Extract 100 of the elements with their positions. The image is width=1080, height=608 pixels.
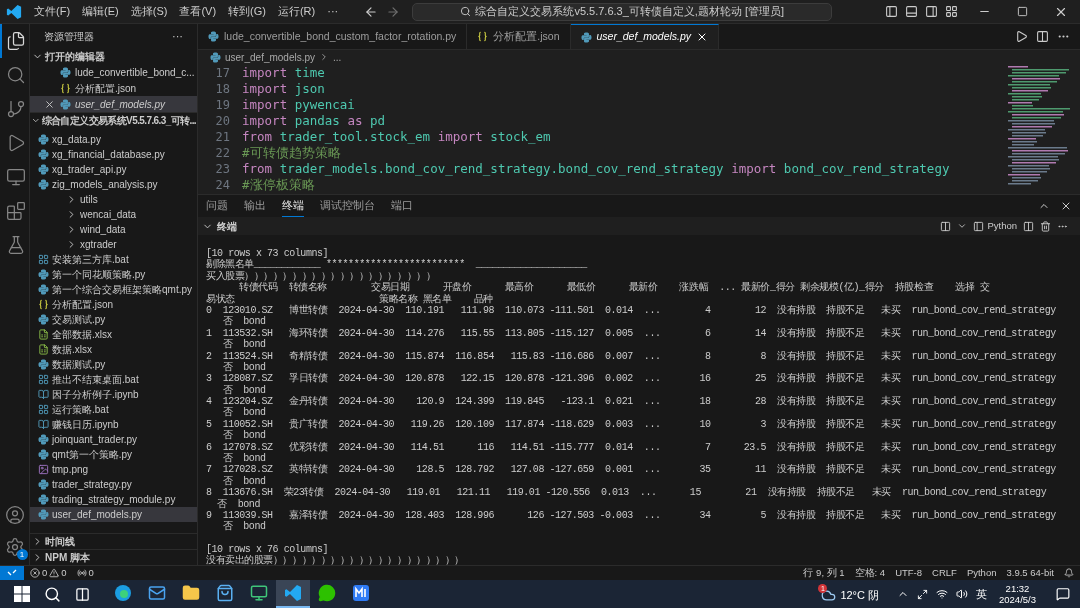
menu-item[interactable]: 选择(S): [124, 0, 174, 23]
file-item[interactable]: 第一个同花顺策略.py: [30, 267, 197, 282]
open-editor-item[interactable]: lude_convertible_bond_c...: [30, 64, 197, 80]
start-icon[interactable]: [14, 586, 30, 602]
maximize-icon[interactable]: [1017, 6, 1028, 17]
panel-tab[interactable]: 问题: [206, 195, 228, 217]
editor-tab[interactable]: user_def_models.py: [570, 24, 720, 49]
file-name: 数据测试.py: [52, 358, 106, 372]
status-item[interactable]: CRLF: [932, 565, 957, 581]
terminal-line: 否 bond: [221, 453, 266, 465]
menu-item[interactable]: 文件(F): [28, 0, 77, 23]
search-icon[interactable]: [44, 585, 61, 603]
open-editor-item[interactable]: user_def_models.py: [30, 96, 197, 112]
status-item[interactable]: 行 9, 列 1: [803, 565, 845, 581]
panel-tab[interactable]: 输出: [244, 195, 266, 217]
file-item[interactable]: 运行策略.bat: [30, 402, 197, 417]
file-item[interactable]: 安装第三方库.bat: [30, 252, 197, 267]
layout-icon[interactable]: [945, 5, 958, 18]
status-item[interactable]: Python: [966, 565, 997, 581]
task-view-icon[interactable]: [75, 586, 90, 602]
file-item[interactable]: joinquant_trader.py: [30, 432, 197, 447]
more-actions[interactable]: ···: [172, 27, 183, 45]
status-item[interactable]: 3.9.5 64-bit: [1006, 565, 1054, 581]
chevron-down-icon[interactable]: [957, 221, 968, 231]
input-method[interactable]: 英: [976, 585, 987, 603]
file-item[interactable]: 因子分析例子.ipynb: [30, 387, 197, 402]
bell-icon[interactable]: [1064, 568, 1074, 578]
file-item[interactable]: 交易测试.py: [30, 312, 197, 327]
back-icon[interactable]: [364, 4, 379, 19]
braces-icon: [60, 82, 71, 94]
command-center[interactable]: 综合自定义交易系统v5.5.7.6.3_可转债自定义,题材轮动 [管理员]: [412, 2, 833, 21]
secondary-sidebar-icon[interactable]: [925, 5, 938, 18]
split-editor-icon[interactable]: [1036, 30, 1049, 43]
file-item[interactable]: xg_trader_api.py: [30, 162, 197, 177]
section-header[interactable]: 打开的编辑器: [30, 48, 197, 64]
file-item[interactable]: utils: [30, 192, 197, 207]
file-item[interactable]: trader_strategy.py: [30, 477, 197, 492]
run-icon[interactable]: [1015, 30, 1028, 43]
line-number: 24: [214, 177, 231, 194]
notebook-icon: [38, 389, 49, 400]
terminal-selector[interactable]: Python: [973, 218, 1017, 234]
account-icon[interactable]: [4, 505, 25, 525]
file-item[interactable]: qmt第一个策略.py: [30, 447, 197, 462]
breadcrumb-item[interactable]: ...: [333, 49, 342, 65]
clock[interactable]: 21:32 2024/5/3: [999, 583, 1036, 605]
close-icon[interactable]: [1060, 200, 1072, 212]
file-name: user_def_models.py: [52, 508, 143, 522]
file-item[interactable]: 数据测试.py: [30, 357, 197, 372]
python-icon: [38, 359, 49, 370]
breadcrumb-item[interactable]: user_def_models.py: [225, 49, 316, 65]
wifi-icon[interactable]: [936, 588, 948, 600]
terminal-line: 1 113532.SH 海环转债 2024-04-30 114.276 115.55 113.805 -115.127 0.005 ... 6 14 没有持股 持股不足 未买 run_bond_cov_rend_strategy: [206, 327, 1056, 339]
file-item[interactable]: xg_data.py: [30, 132, 197, 147]
file-item[interactable]: 赚钱日历.ipynb: [30, 417, 197, 432]
sidebar-title: 资源管理器: [44, 29, 94, 44]
menu-item[interactable]: 转到(G): [222, 0, 272, 23]
notification-icon[interactable]: [1056, 587, 1070, 601]
section-header[interactable]: 时间线: [30, 533, 197, 549]
python-icon: [38, 494, 49, 505]
volume-icon[interactable]: [956, 588, 968, 600]
file-item[interactable]: xgtrader: [30, 237, 197, 252]
split-terminal-icon[interactable]: [940, 220, 952, 232]
braces-icon: [38, 299, 49, 310]
file-item[interactable]: xg_financial_database.py: [30, 147, 197, 162]
close-icon[interactable]: [44, 98, 55, 110]
forward-icon[interactable]: [386, 4, 401, 19]
section-header[interactable]: 综合自定义交易系统V5.5.7.6.3_可转...: [30, 112, 197, 128]
menu-item[interactable]: 运行(R): [271, 0, 322, 23]
file-item[interactable]: zig_models_analysis.py: [30, 177, 197, 192]
python-icon: [38, 284, 49, 295]
sidebar-toggle-icon[interactable]: [885, 5, 898, 18]
menu-item[interactable]: 编辑(E): [76, 0, 125, 23]
file-name: wind_data: [80, 223, 126, 237]
editor-tab[interactable]: lude_convertible_bond_custom_factor_rotation.py: [198, 24, 468, 49]
file-item[interactable]: user_def_models.py: [30, 507, 197, 522]
menu-item[interactable]: 查看(V): [173, 0, 223, 23]
terminal-line: 否 bond: [221, 430, 266, 442]
file-item[interactable]: tmp.png: [30, 462, 197, 477]
status-item[interactable]: 空格: 4: [854, 565, 886, 581]
menu-item[interactable]: ···: [321, 0, 345, 23]
split-icon[interactable]: [1023, 220, 1034, 232]
file-item[interactable]: 第一个综合交易框架策略qmt.py: [30, 282, 197, 297]
ports-indicator[interactable]: 0: [76, 565, 94, 581]
editor-tab[interactable]: 分析配置.json: [467, 24, 571, 49]
file-item[interactable]: wind_data: [30, 222, 197, 237]
panel-toggle-icon[interactable]: [905, 5, 918, 18]
file-item[interactable]: 全部数据.xlsx: [30, 327, 197, 342]
file-item[interactable]: 数据.xlsx: [30, 342, 197, 357]
file-item[interactable]: 推出不结束桌面.bat: [30, 372, 197, 387]
trash-icon[interactable]: [1040, 220, 1051, 232]
terminal-line: 0 123010.SZ 博世转债 2024-04-30 110.191 111.98 110.073 -111.501 0.014 ... 4 12 没有持股 持股不足 未买 run_bond_cov_rend_strategy: [206, 304, 1056, 316]
open-editor-item[interactable]: 分析配置.json: [30, 80, 197, 96]
settings-icon[interactable]: [4, 537, 25, 557]
file-item[interactable]: 分析配置.json: [30, 297, 197, 312]
problems-indicator[interactable]: 0 0: [30, 565, 67, 581]
panel-tab[interactable]: 调试控制台: [320, 195, 375, 217]
file-item[interactable]: wencai_data: [30, 207, 197, 222]
panel-tab[interactable]: 端口: [391, 195, 413, 217]
file-item[interactable]: trading_strategy_module.py: [30, 492, 197, 507]
status-item[interactable]: UTF-8: [895, 565, 923, 581]
